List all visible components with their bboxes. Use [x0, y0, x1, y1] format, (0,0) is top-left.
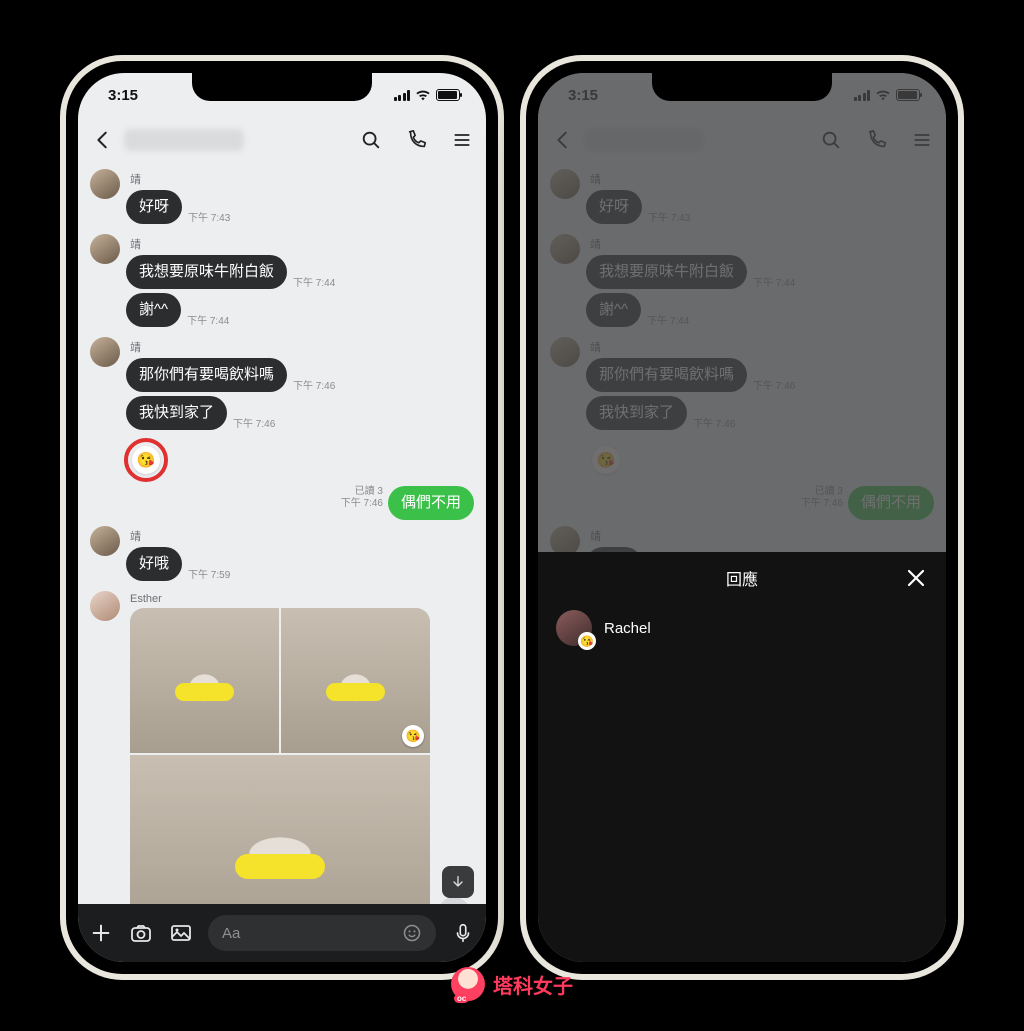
timestamp: 下午 7:46: [341, 498, 383, 510]
reaction-badge[interactable]: 😘: [402, 725, 424, 747]
battery-icon: [436, 89, 460, 101]
message-input-bar: Aa: [78, 904, 486, 962]
sender-name: 靖: [130, 528, 141, 544]
avatar: 😘: [556, 610, 592, 646]
avatar[interactable]: [90, 169, 120, 199]
sender-name: Esther: [130, 593, 162, 605]
share-button[interactable]: [438, 897, 470, 904]
close-icon[interactable]: [904, 566, 928, 590]
status-time: 3:15: [108, 87, 138, 104]
sender-name: 靖: [130, 236, 141, 252]
message-out-1: 已讀 3下午 7:46 偶們不用: [90, 486, 474, 520]
menu-icon[interactable]: [452, 129, 472, 151]
message-input[interactable]: Aa: [208, 915, 436, 951]
sheet-title: 回應: [726, 566, 758, 590]
message-group-1: 靖 好呀下午 7:43: [90, 169, 474, 228]
timestamp: 下午 7:44: [293, 274, 335, 289]
message-bubble[interactable]: 好呀: [126, 190, 182, 224]
message-bubble[interactable]: 我快到家了: [126, 396, 227, 430]
emoji-icon[interactable]: [402, 923, 422, 943]
screen-right: 3:15 靖好呀下午 7:43 靖: [538, 73, 946, 962]
search-icon[interactable]: [360, 129, 382, 151]
message-group-2: 靖 我想要原味牛附白飯下午 7:44 謝^^下午 7:44: [90, 234, 474, 331]
message-bubble[interactable]: 謝^^: [126, 293, 181, 327]
message-bubble-out[interactable]: 偶們不用: [388, 486, 474, 520]
voice-icon[interactable]: [450, 920, 476, 946]
phone-left: 3:15 靖 好呀下: [60, 55, 504, 980]
watermark: 塔科女子: [451, 967, 573, 1001]
back-icon[interactable]: [92, 129, 114, 151]
timestamp: 下午 7:59: [188, 566, 230, 581]
phone-right: 3:15 靖好呀下午 7:43 靖: [520, 55, 964, 980]
screen-left: 3:15 靖 好呀下: [78, 73, 486, 962]
message-bubble[interactable]: 我想要原味牛附白飯: [126, 255, 287, 289]
gallery-image[interactable]: 😘: [281, 608, 430, 753]
timestamp: 下午 7:44: [187, 312, 229, 327]
gallery-image[interactable]: [130, 755, 430, 904]
timestamp: 下午 7:46: [233, 415, 275, 430]
signal-icon: [394, 90, 411, 101]
avatar[interactable]: [90, 591, 120, 621]
sender-name: 靖: [130, 339, 141, 355]
message-group-5: Esther 😘: [90, 591, 474, 904]
chat-scroll[interactable]: 靖 好呀下午 7:43 靖 我想要原味牛附白飯下午 7:44 謝^^下午 7:4…: [78, 163, 486, 904]
reaction-user-row[interactable]: 😘 Rachel: [538, 604, 946, 652]
reaction-emoji: 😘: [132, 446, 160, 474]
camera-icon[interactable]: [128, 920, 154, 946]
chat-title-redacted: [124, 129, 244, 151]
message-group-4: 靖 好哦下午 7:59: [90, 526, 474, 585]
reaction-user-name: Rachel: [604, 620, 651, 637]
gallery-image[interactable]: [130, 608, 279, 753]
message-bubble[interactable]: 好哦: [126, 547, 182, 581]
image-gallery[interactable]: 😘: [130, 608, 430, 904]
avatar[interactable]: [90, 526, 120, 556]
message-group-3: 靖 那你們有要喝飲料嗎下午 7:46 我快到家了下午 7:46: [90, 337, 474, 434]
reactions-sheet: 回應 😘 Rachel: [538, 552, 946, 962]
wifi-icon: [415, 89, 431, 101]
message-bubble[interactable]: 那你們有要喝飲料嗎: [126, 358, 287, 392]
sender-name: 靖: [130, 171, 141, 187]
timestamp: 下午 7:46: [293, 377, 335, 392]
input-placeholder: Aa: [222, 925, 240, 942]
reaction-emoji: 😘: [578, 632, 596, 650]
call-icon[interactable]: [406, 129, 428, 151]
sheet-header: 回應: [538, 552, 946, 604]
scroll-to-bottom-button[interactable]: [442, 866, 474, 898]
photo-icon[interactable]: [168, 920, 194, 946]
read-status: 已讀 3: [341, 486, 383, 498]
watermark-avatar: [451, 967, 485, 1001]
add-icon[interactable]: [88, 920, 114, 946]
watermark-text: 塔科女子: [493, 970, 573, 999]
timestamp: 下午 7:43: [188, 209, 230, 224]
avatar[interactable]: [90, 234, 120, 264]
chat-header: [78, 117, 486, 163]
avatar[interactable]: [90, 337, 120, 367]
reaction-chip-highlighted[interactable]: 😘: [126, 440, 166, 480]
